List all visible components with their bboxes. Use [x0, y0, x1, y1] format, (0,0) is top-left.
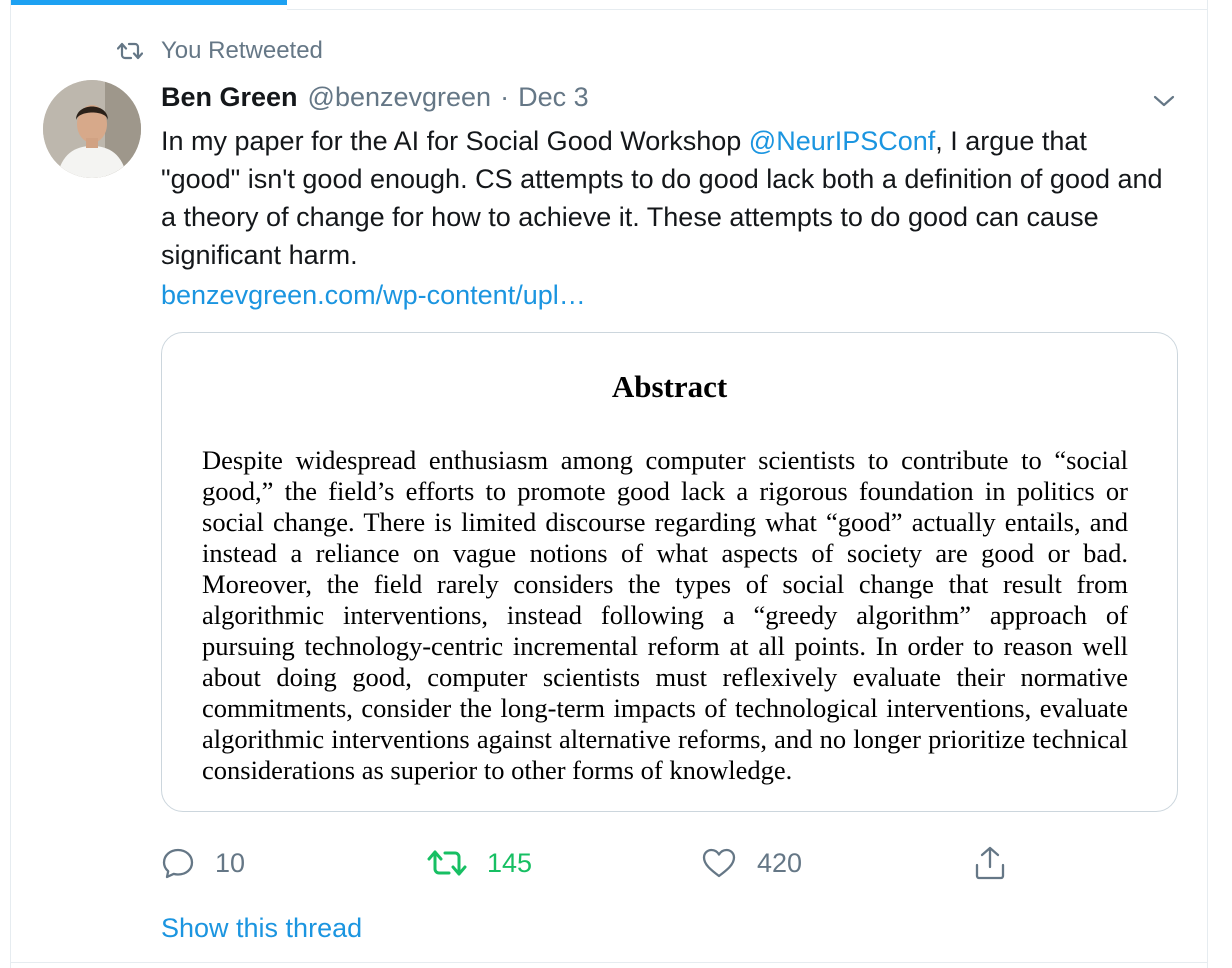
reply-icon — [162, 848, 194, 879]
card-body: Despite widespread enthusiasm among comp… — [202, 445, 1128, 785]
social-context[interactable]: You Retweeted — [117, 36, 323, 66]
tweet-text: In my paper for the AI for Social Good W… — [161, 122, 1171, 274]
card-title: Abstract — [611, 369, 728, 404]
tweet-header: Ben Green @benzevgreen · Dec 3 — [161, 82, 589, 116]
author-handle[interactable]: @benzevgreen — [308, 82, 492, 113]
heart-icon — [702, 848, 736, 878]
like-button[interactable]: 420 — [701, 843, 802, 883]
share-icon — [975, 846, 1005, 880]
media-card[interactable]: Abstract Despite widespread enthusiasm a… — [161, 332, 1178, 812]
retweet-icon — [117, 42, 143, 60]
tweet-text-part: In my paper for the AI for Social Good W… — [161, 126, 749, 156]
social-context-label: You Retweeted — [161, 37, 323, 64]
avatar-image — [43, 80, 141, 178]
chevron-down-icon — [1153, 95, 1175, 107]
divider — [287, 9, 1207, 10]
timeline-column: You Retweeted Ben Green @benzevgreen · D… — [10, 0, 1208, 968]
share-button[interactable] — [973, 843, 1007, 883]
reply-button[interactable]: 10 — [161, 843, 245, 883]
tweet-date[interactable]: Dec 3 — [518, 82, 589, 113]
retweet-count: 145 — [487, 847, 533, 878]
show-thread-link[interactable]: Show this thread — [161, 913, 362, 944]
author-name[interactable]: Ben Green — [161, 82, 298, 113]
retweet-icon — [427, 850, 467, 876]
avatar[interactable] — [43, 80, 141, 178]
tweet-url-link[interactable]: benzevgreen.com/wp-content/upl… — [161, 280, 586, 310]
active-tab-indicator — [11, 0, 287, 5]
mention-link[interactable]: @NeurIPSConf — [749, 126, 935, 156]
tweet-link-line: benzevgreen.com/wp-content/upl… — [161, 276, 586, 314]
like-count: 420 — [757, 847, 803, 878]
more-options-button[interactable] — [1149, 86, 1179, 116]
action-bar: 10 145 420 — [161, 843, 1161, 883]
divider — [11, 962, 1207, 963]
retweet-button[interactable]: 145 — [427, 843, 532, 883]
reply-count: 10 — [215, 847, 246, 878]
separator: · — [500, 82, 510, 112]
